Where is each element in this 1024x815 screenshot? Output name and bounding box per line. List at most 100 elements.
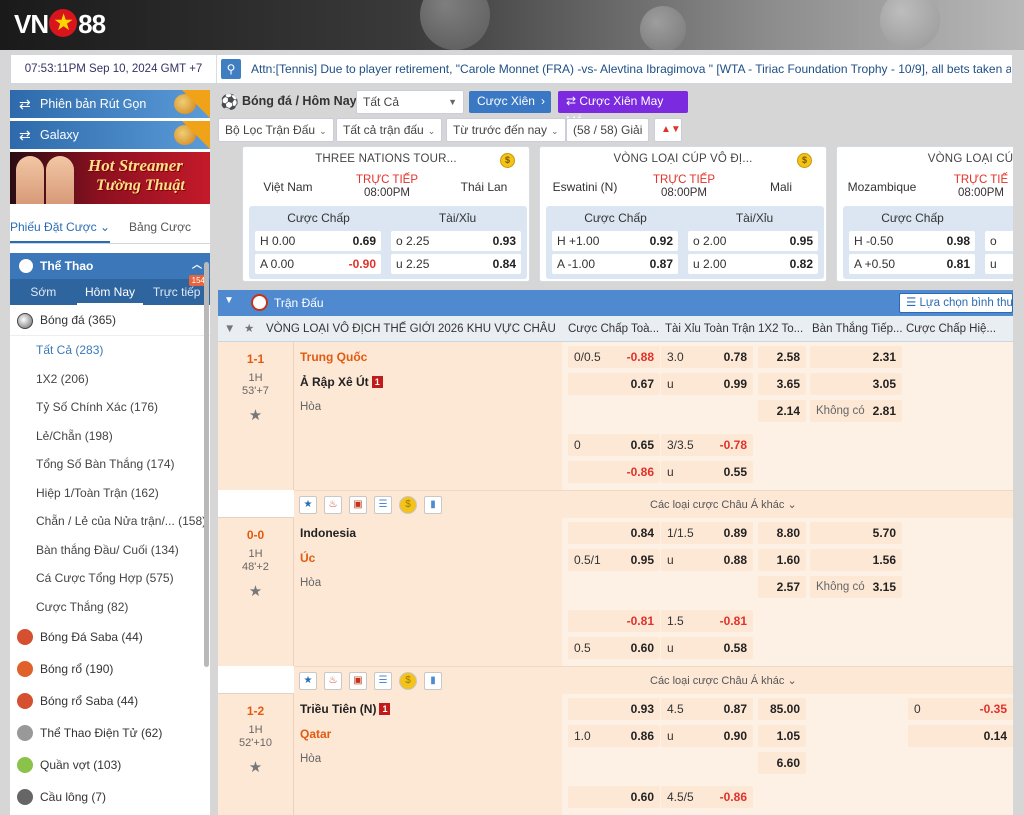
star-icon[interactable]: ★ [299,496,317,514]
1x2-odds[interactable]: 2.57 [758,576,806,598]
sidebar-scrollbar[interactable] [204,262,209,667]
sidebar-subitem[interactable]: Cược Thắng (82) [10,593,210,622]
sidebar-item-sport[interactable]: Thể Thao Điện Tử (62) [10,717,210,749]
next-goal-odds[interactable]: Không có 2.81 [810,400,902,422]
column-header[interactable]: Tài Xỉu Toàn Trận [665,316,757,342]
handicap-odds[interactable]: -0.81 [568,610,660,632]
sidebar-subitem[interactable]: Lẻ/Chẵn (198) [10,422,210,451]
handicap-odds[interactable]: 0.93 [568,698,660,720]
all-matches-dropdown[interactable]: Tất cả trận đấu ⌄ [336,118,443,142]
away-team[interactable]: Qatar [300,727,331,741]
sidebar-item-sport[interactable]: Cầu lông (7) [10,781,210,813]
over-under-odds[interactable]: u 0.99 [661,373,753,395]
collapse-icon[interactable]: ▼ [224,295,234,306]
favorite-star-icon[interactable]: ★ [218,582,293,600]
featured-match-card[interactable]: VÒNG LOẠI CÚP VÔ ĐỊ... $ Eswatini (N) TRỰC … [539,146,827,282]
sidebar-subitem[interactable]: 1X2 (206) [10,365,210,394]
odds-cell[interactable]: u 2.25 0.84 [391,254,521,274]
coin-icon[interactable]: $ [399,496,417,514]
next-goal-odds[interactable]: 2.31 [810,346,902,368]
1x2-odds[interactable]: 1.05 [758,725,806,747]
parlay-button[interactable]: Cược Xiên › [469,91,551,113]
over-under-odds[interactable]: 3/3.5 -0.78 [661,434,753,456]
fire-icon[interactable]: ♨ [324,672,342,690]
odds-cell[interactable]: o 2.25 0.93 [391,231,521,251]
sidebar-item-sport[interactable]: Bóng rổ Saba (44) [10,685,210,717]
handicap-odds[interactable]: 0.67 [568,373,660,395]
handicap-odds[interactable]: 0/0.5 -0.88 [568,346,660,368]
stats-card-icon[interactable]: ▣ [349,672,367,690]
favorite-star-icon[interactable]: ★ [218,406,293,424]
handicap-odds[interactable]: 0.60 [568,786,660,808]
galaxy-button[interactable]: ⇄ Galaxy [10,121,210,149]
over-under-odds[interactable]: 1.5 -0.81 [661,610,753,632]
featured-match-card[interactable]: THREE NATIONS TOUR... $ Việt Nam TRỰC TIẾP 0… [242,146,530,282]
next-goal-odds[interactable]: 5.70 [810,522,902,544]
league-filter-dropdown[interactable]: Bộ Lọc Trận Đấu ⌄ [218,118,334,142]
sidebar-subitem[interactable]: Cá Cược Tổng Hợp (575) [10,564,210,593]
1x2-odds[interactable]: 2.14 [758,400,806,422]
coin-icon[interactable]: $ [399,672,417,690]
sports-header[interactable]: Thể Thao ︿ [10,253,210,279]
1x2-odds[interactable]: 6.60 [758,752,806,774]
handicap-odds[interactable]: 0.5/1 0.95 [568,549,660,571]
column-header[interactable]: Cược Chấp Toà... [568,316,660,342]
home-team[interactable]: Trung Quốc [300,350,367,364]
tab-early[interactable]: Sớm [10,279,77,305]
display-mode-select[interactable]: ☰ Lựa chọn bình thường [899,293,1013,313]
sidebar-item-sport[interactable]: Bóng rổ (190) [10,653,210,685]
handicap-odds[interactable]: 0.5 0.60 [568,637,660,659]
sidebar-item-sport[interactable]: Bóng Đá Saba (44) [10,621,210,653]
collapse-icon[interactable]: ▼ [224,316,235,342]
half-handicap-odds[interactable]: 0.14 [908,725,1013,747]
sidebar-subitem[interactable]: Chẵn / Lẻ của Nửa trận/... (158) [10,507,210,536]
next-goal-odds[interactable]: 1.56 [810,549,902,571]
star-icon[interactable]: ★ [244,316,254,342]
tab-bet-board[interactable]: Bảng Cược [110,212,210,243]
announcement-ticker[interactable]: Attn:[Tennis] Due to player retirement, … [251,55,1011,83]
sidebar-subitem[interactable]: Tỷ Số Chính Xác (176) [10,393,210,422]
odds-cell[interactable]: H +1.00 0.92 [552,231,678,251]
sort-order-icon[interactable]: ▲▼ [654,118,682,142]
sort-dropdown[interactable]: Từ trước đến nay ⌄ [446,118,566,142]
odds-cell[interactable]: A -1.00 0.87 [552,254,678,274]
sidebar-subitem[interactable]: Hiệp 1/Toàn Trận (162) [10,479,210,508]
lucky-parlay-button[interactable]: ⇄ Cược Xiên May Mắn [558,91,688,128]
away-team[interactable]: Úc [300,551,315,565]
stats-card-icon[interactable]: ▣ [349,496,367,514]
1x2-odds[interactable]: 2.58 [758,346,806,368]
sidebar-subitem[interactable]: Bàn thắng Đầu/ Cuối (134) [10,536,210,565]
list-icon[interactable]: ☰ [374,496,392,514]
handicap-odds[interactable]: -0.86 [568,461,660,483]
home-team[interactable]: Triều Tiên (N) 1 [300,702,391,716]
over-under-odds[interactable]: u 0.55 [661,461,753,483]
1x2-odds[interactable]: 1.60 [758,549,806,571]
over-under-odds[interactable]: u 0.88 [661,549,753,571]
over-under-odds[interactable]: u 0.90 [661,725,753,747]
lite-version-button[interactable]: ⇄ Phiên bản Rút Gọn [10,90,210,118]
odds-cell[interactable]: H 0.00 0.69 [255,231,381,251]
over-under-odds[interactable]: u 0.58 [661,637,753,659]
over-under-odds[interactable]: 3.0 0.78 [661,346,753,368]
bar-chart-icon[interactable]: ▮ [424,672,442,690]
list-icon[interactable]: ☰ [374,672,392,690]
over-under-odds[interactable]: 1/1.5 0.89 [661,522,753,544]
handicap-odds[interactable]: 0 0.65 [568,434,660,456]
handicap-odds[interactable]: 0.84 [568,522,660,544]
over-under-odds[interactable]: 4.5 0.87 [661,698,753,720]
sidebar-item-football[interactable]: Bóng đá (365) [10,305,210,336]
tab-live[interactable]: Trực tiếp 154 [143,275,210,305]
sidebar-subitem[interactable]: Tổng Số Bàn Thắng (174) [10,450,210,479]
next-goal-odds[interactable]: 3.05 [810,373,902,395]
column-header[interactable]: Cược Chấp Hiệ... [906,316,1013,342]
odds-cell[interactable]: A 0.00 -0.90 [255,254,381,274]
column-header[interactable]: 1X2 To... [758,316,810,342]
odds-cell[interactable]: u1.7 [985,254,1013,274]
next-goal-odds[interactable]: Không có 3.15 [810,576,902,598]
odds-cell[interactable]: A +0.50 0.81 [849,254,975,274]
away-team[interactable]: Ả Rập Xê Út 1 [300,375,383,389]
fire-icon[interactable]: ♨ [324,496,342,514]
sidebar-item-sport[interactable]: Quần vợt (103) [10,749,210,781]
league-count[interactable]: (58 / 58) Giải [566,118,650,142]
home-team[interactable]: Indonesia [300,526,356,540]
